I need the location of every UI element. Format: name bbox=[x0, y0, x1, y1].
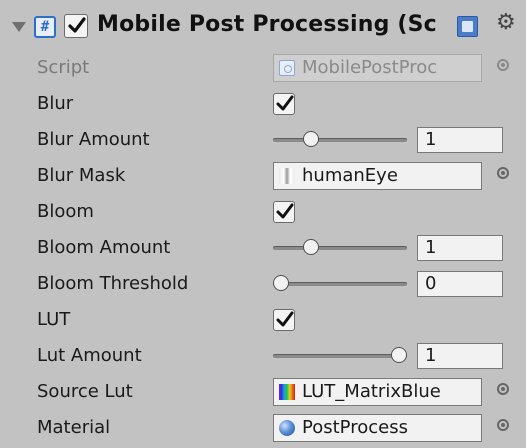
row-bloom-amount: Bloom Amount 1 bbox=[0, 230, 526, 266]
inspector-panel: # Mobile Post Processing (Sc ⚙ Script Mo… bbox=[0, 0, 526, 448]
checkmark-icon bbox=[276, 95, 294, 111]
bloom-amount-label: Bloom Amount bbox=[37, 237, 171, 258]
script-target-icon bbox=[497, 59, 509, 71]
component-title: Mobile Post Processing (Sc bbox=[97, 12, 437, 37]
slider-track[interactable] bbox=[273, 282, 407, 286]
script-icon: # bbox=[34, 16, 56, 38]
source-lut-value: LUT_MatrixBlue bbox=[302, 381, 441, 402]
help-book-icon[interactable] bbox=[457, 16, 478, 37]
bloom-checkbox[interactable] bbox=[273, 201, 295, 223]
blur-amount-slider[interactable] bbox=[273, 131, 407, 149]
bloom-amount-slider[interactable] bbox=[273, 239, 407, 257]
slider-track[interactable] bbox=[273, 138, 407, 142]
blur-mask-value: humanEye bbox=[302, 165, 398, 186]
row-blur-amount: Blur Amount 1 bbox=[0, 122, 526, 158]
source-lut-label: Source Lut bbox=[37, 381, 133, 402]
material-label: Material bbox=[37, 417, 111, 438]
script-field: MobilePostProc bbox=[273, 54, 482, 82]
component-header: # Mobile Post Processing (Sc ⚙ bbox=[0, 0, 526, 56]
texture-icon bbox=[279, 168, 295, 184]
material-value: PostProcess bbox=[302, 417, 408, 438]
lut-texture-icon bbox=[279, 384, 295, 400]
material-field[interactable]: PostProcess bbox=[273, 414, 482, 442]
script-value: MobilePostProc bbox=[302, 57, 438, 78]
slider-thumb[interactable] bbox=[302, 131, 319, 147]
slider-thumb[interactable] bbox=[273, 275, 289, 291]
row-lut-amount: Lut Amount 1 bbox=[0, 338, 526, 374]
bloom-threshold-input[interactable]: 0 bbox=[417, 271, 503, 297]
slider-track[interactable] bbox=[273, 354, 407, 358]
row-script: Script MobilePostProc bbox=[0, 50, 526, 86]
material-sphere-icon bbox=[279, 420, 295, 436]
checkmark-icon bbox=[276, 311, 294, 327]
lut-amount-input[interactable]: 1 bbox=[417, 343, 503, 369]
blur-label: Blur bbox=[37, 93, 74, 114]
bloom-threshold-slider[interactable] bbox=[273, 275, 407, 293]
lut-checkbox[interactable] bbox=[273, 309, 295, 331]
slider-track[interactable] bbox=[273, 246, 407, 250]
row-bloom-threshold: Bloom Threshold 0 bbox=[0, 266, 526, 302]
lut-amount-slider[interactable] bbox=[273, 347, 407, 365]
row-source-lut: Source Lut LUT_MatrixBlue bbox=[0, 374, 526, 410]
bloom-threshold-label: Bloom Threshold bbox=[37, 273, 189, 294]
blur-amount-input[interactable]: 1 bbox=[417, 127, 503, 153]
lut-amount-label: Lut Amount bbox=[37, 345, 142, 366]
blur-mask-label: Blur Mask bbox=[37, 165, 126, 186]
foldout-arrow-icon[interactable] bbox=[12, 22, 26, 32]
row-blur: Blur bbox=[0, 86, 526, 122]
source-lut-target-icon[interactable] bbox=[497, 383, 509, 395]
row-blur-mask: Blur Mask humanEye bbox=[0, 158, 526, 194]
gear-icon[interactable]: ⚙ bbox=[496, 12, 516, 34]
checkmark-icon bbox=[68, 17, 86, 33]
bloom-label: Bloom bbox=[37, 201, 94, 222]
row-material: Material PostProcess bbox=[0, 410, 526, 446]
bloom-amount-input[interactable]: 1 bbox=[417, 235, 503, 261]
lut-label: LUT bbox=[37, 309, 71, 330]
script-label: Script bbox=[37, 57, 90, 78]
slider-thumb[interactable] bbox=[302, 239, 319, 255]
row-bloom: Bloom bbox=[0, 194, 526, 230]
row-lut: LUT bbox=[0, 302, 526, 338]
checkmark-icon bbox=[276, 203, 294, 219]
source-lut-field[interactable]: LUT_MatrixBlue bbox=[273, 378, 482, 406]
blur-checkbox[interactable] bbox=[273, 93, 295, 115]
script-file-icon bbox=[279, 60, 295, 76]
blur-amount-label: Blur Amount bbox=[37, 129, 150, 150]
blur-mask-field[interactable]: humanEye bbox=[273, 162, 482, 190]
blur-mask-target-icon[interactable] bbox=[497, 167, 509, 179]
material-target-icon[interactable] bbox=[497, 419, 509, 431]
component-enabled-checkbox[interactable] bbox=[64, 14, 88, 38]
slider-thumb[interactable] bbox=[391, 347, 407, 363]
